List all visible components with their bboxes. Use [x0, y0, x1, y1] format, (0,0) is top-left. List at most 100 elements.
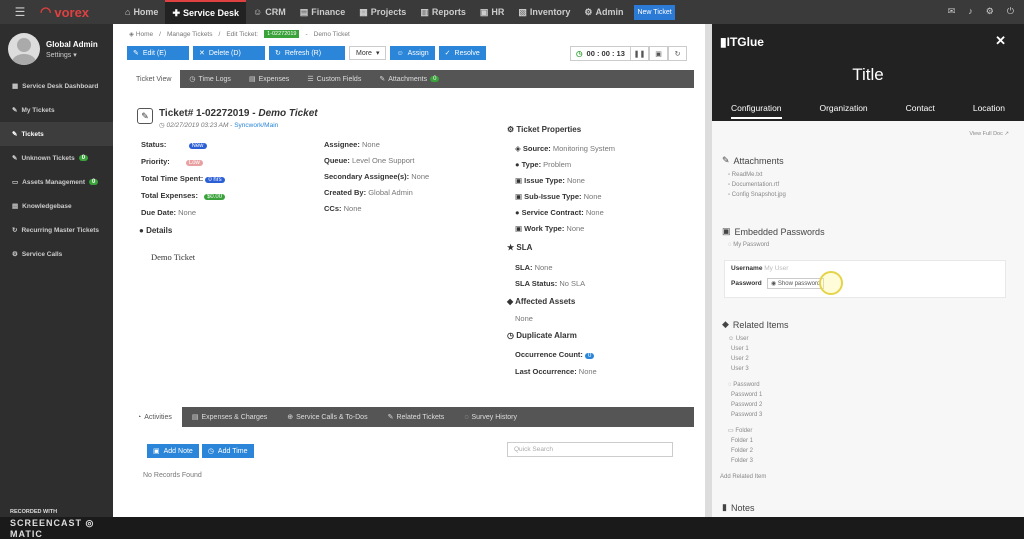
eye-icon: ◉ [771, 281, 777, 287]
comment-icon: ● [139, 226, 144, 235]
tab-related-tickets[interactable]: ✎ Related Tickets [378, 407, 455, 427]
tab-custom-fields[interactable]: ☰ Custom Fields [298, 70, 370, 88]
tab-attachments[interactable]: ✎ Attachments 0 [370, 70, 448, 88]
sidebar-item-knowledgebase[interactable]: ▤ Knowledgebase [0, 194, 113, 218]
priority-badge: Low [185, 160, 203, 166]
my-password-label: ◌ My Password [728, 242, 770, 248]
sidebar-item-assets-management[interactable]: ▭ Assets Management 0 [0, 170, 113, 194]
edit-button[interactable]: ✎ Edit (E) [127, 46, 189, 60]
ticket-org-link[interactable]: Syncwork/Main [234, 122, 278, 129]
tab-organization[interactable]: Organization [819, 103, 867, 119]
sidebar-item-tickets[interactable]: ✎ Tickets [0, 122, 113, 146]
breadcrumb-manage-tickets[interactable]: Manage Tickets [167, 31, 213, 38]
new-ticket-button[interactable]: New Ticket [634, 4, 675, 20]
related-item[interactable]: User 1 [728, 344, 762, 354]
related-group-user: ☺ User [728, 336, 749, 342]
tab-activities[interactable]: ◔ Activities [127, 407, 182, 427]
monitor-icon: ▭ [12, 179, 19, 186]
assign-button[interactable]: ☺ Assign [390, 46, 435, 60]
gear-icon: ⚙ [12, 251, 18, 258]
related-item[interactable]: Folder 2 [728, 446, 762, 456]
settings-dropdown[interactable]: Settings ▾ [46, 51, 98, 59]
more-dropdown[interactable]: More ▾ [349, 46, 387, 60]
splitter[interactable] [705, 24, 712, 517]
nav-projects[interactable]: ▦ Projects [352, 0, 413, 24]
ticket-description: Demo Ticket [151, 252, 196, 262]
tab-ticket-view[interactable]: Ticket View [127, 70, 181, 88]
nav-crm[interactable]: ☺ CRM [246, 0, 293, 24]
breadcrumb-current: Demo Ticket [313, 30, 350, 38]
menu-icon[interactable]: ☰ [0, 5, 40, 19]
refresh-button[interactable]: ↻ Refresh (R) [269, 46, 345, 60]
nav-home[interactable]: ⌂ Home [118, 0, 165, 24]
nav-service-desk[interactable]: ✚ Service Desk [165, 0, 247, 24]
sidebar-item-my-tickets[interactable]: ✎ My Tickets [0, 98, 113, 122]
password-row: Password [731, 280, 762, 287]
password-box: Username My User Password ◉ Show passwor… [724, 260, 1006, 298]
resolve-button[interactable]: ✓ Resolve [438, 46, 486, 60]
nav-admin[interactable]: ⚙ Admin [577, 0, 630, 24]
show-password-button[interactable]: ◉ Show password [767, 278, 825, 289]
ticket-properties-heading: ⚙ Ticket Properties [507, 125, 582, 134]
add-time-button[interactable]: ◷ Add Time [201, 444, 254, 458]
nav-hr[interactable]: ▣ HR [473, 0, 512, 24]
add-related-item-link[interactable]: Add Related Item [720, 472, 766, 482]
ticket-meta: ◷ 02/27/2019 03:23 AM - Syncwork/Main [159, 122, 279, 129]
tab-expenses[interactable]: ▤ Expenses [240, 70, 298, 88]
sidebar-item-recurring-master-tickets[interactable]: ↻ Recurring Master Tickets [0, 218, 113, 242]
attachment-item[interactable]: ▫ ReadMe.txt [728, 170, 786, 180]
quick-search-input[interactable]: Quick Search [507, 442, 673, 457]
ticket-title: Ticket# 1-02272019 - Demo Ticket [159, 108, 318, 119]
sidebar-item-unknown-tickets[interactable]: ✎ Unknown Tickets 0 [0, 146, 113, 170]
related-item[interactable]: User 2 [728, 354, 762, 364]
attachment-item[interactable]: ▫ Documentation.rtf [728, 180, 786, 190]
bell-icon[interactable]: ♪ [968, 6, 973, 17]
related-items-list: ☺ User User 1 User 2 User 3 ◌ Password P… [728, 334, 762, 466]
hr-icon: ▣ [479, 6, 489, 17]
nav-finance[interactable]: ▤ Finance [293, 0, 353, 24]
tab-configuration[interactable]: Configuration [730, 103, 782, 119]
related-item[interactable]: User 3 [728, 364, 762, 374]
sidebar-item-service-calls[interactable]: ⚙ Service Calls [0, 242, 113, 266]
reset-icon[interactable]: ↻ [668, 46, 687, 61]
brand-logo[interactable]: ◠ vorex [40, 4, 118, 20]
add-note-button[interactable]: ▣ Add Note [147, 444, 199, 458]
close-icon[interactable]: ✕ [995, 33, 1006, 49]
tab-expenses-charges[interactable]: ▤ Expenses & Charges [182, 407, 277, 427]
vorex-logo-icon: ◠ [40, 4, 52, 19]
tag-icon: ◆ [507, 297, 514, 306]
dashboard-icon: ▦ [12, 83, 19, 90]
nav-inventory[interactable]: ▧ Inventory [511, 0, 577, 24]
assets-badge: 0 [89, 179, 99, 185]
note-icon: ▣ [153, 448, 160, 455]
breadcrumb-home[interactable]: ◈ Home [129, 30, 153, 38]
ticket-icon: ✎ [387, 414, 394, 421]
related-item[interactable]: Password 2 [728, 400, 762, 410]
sla-heading: ★ SLA [507, 243, 533, 252]
related-item[interactable]: Password 3 [728, 410, 762, 420]
attachment-item[interactable]: ▫ Config Snapshot.jpg [728, 190, 786, 200]
sidebar-item-service-desk-dashboard[interactable]: ▦ Service Desk Dashboard [0, 74, 113, 98]
power-icon[interactable]: ⏻ [1007, 6, 1014, 17]
related-group-password: ◌ Password [728, 382, 760, 388]
save-icon[interactable]: ▣ [649, 46, 668, 61]
affected-assets-heading: ◆ Affected Assets [507, 297, 576, 306]
ticket-header: ✎ Ticket# 1-02272019 - Demo Ticket ◷ 02/… [137, 108, 318, 129]
tab-time-logs[interactable]: ◷ Time Logs [180, 70, 240, 88]
gear-icon[interactable]: ⚙ [986, 6, 994, 17]
related-item[interactable]: Folder 3 [728, 456, 762, 466]
tab-survey-history[interactable]: ◌ Survey History [454, 407, 527, 427]
pause-icon[interactable]: ❚❚ [630, 46, 649, 61]
tab-contact[interactable]: Contact [906, 103, 935, 119]
view-full-doc-link[interactable]: View Full Doc ↗ [969, 131, 1009, 137]
gear-icon: ⚙ [584, 6, 593, 17]
delete-button[interactable]: ✕ Delete (D) [193, 46, 265, 60]
nav-reports[interactable]: ▥ Reports [413, 0, 473, 24]
mail-icon[interactable]: ✉ [948, 6, 956, 17]
tab-service-calls-todos[interactable]: ⊕ Service Calls & To-Dos [277, 407, 377, 427]
related-item[interactable]: Folder 1 [728, 436, 762, 446]
related-item[interactable]: Password 1 [728, 390, 762, 400]
tab-location[interactable]: Location [973, 103, 1005, 119]
timer-controls: ❚❚ ▣ ↻ [630, 46, 687, 61]
top-navbar: ☰ ◠ vorex ⌂ Home ✚ Service Desk ☺ CRM ▤ Finan… [0, 0, 1024, 24]
